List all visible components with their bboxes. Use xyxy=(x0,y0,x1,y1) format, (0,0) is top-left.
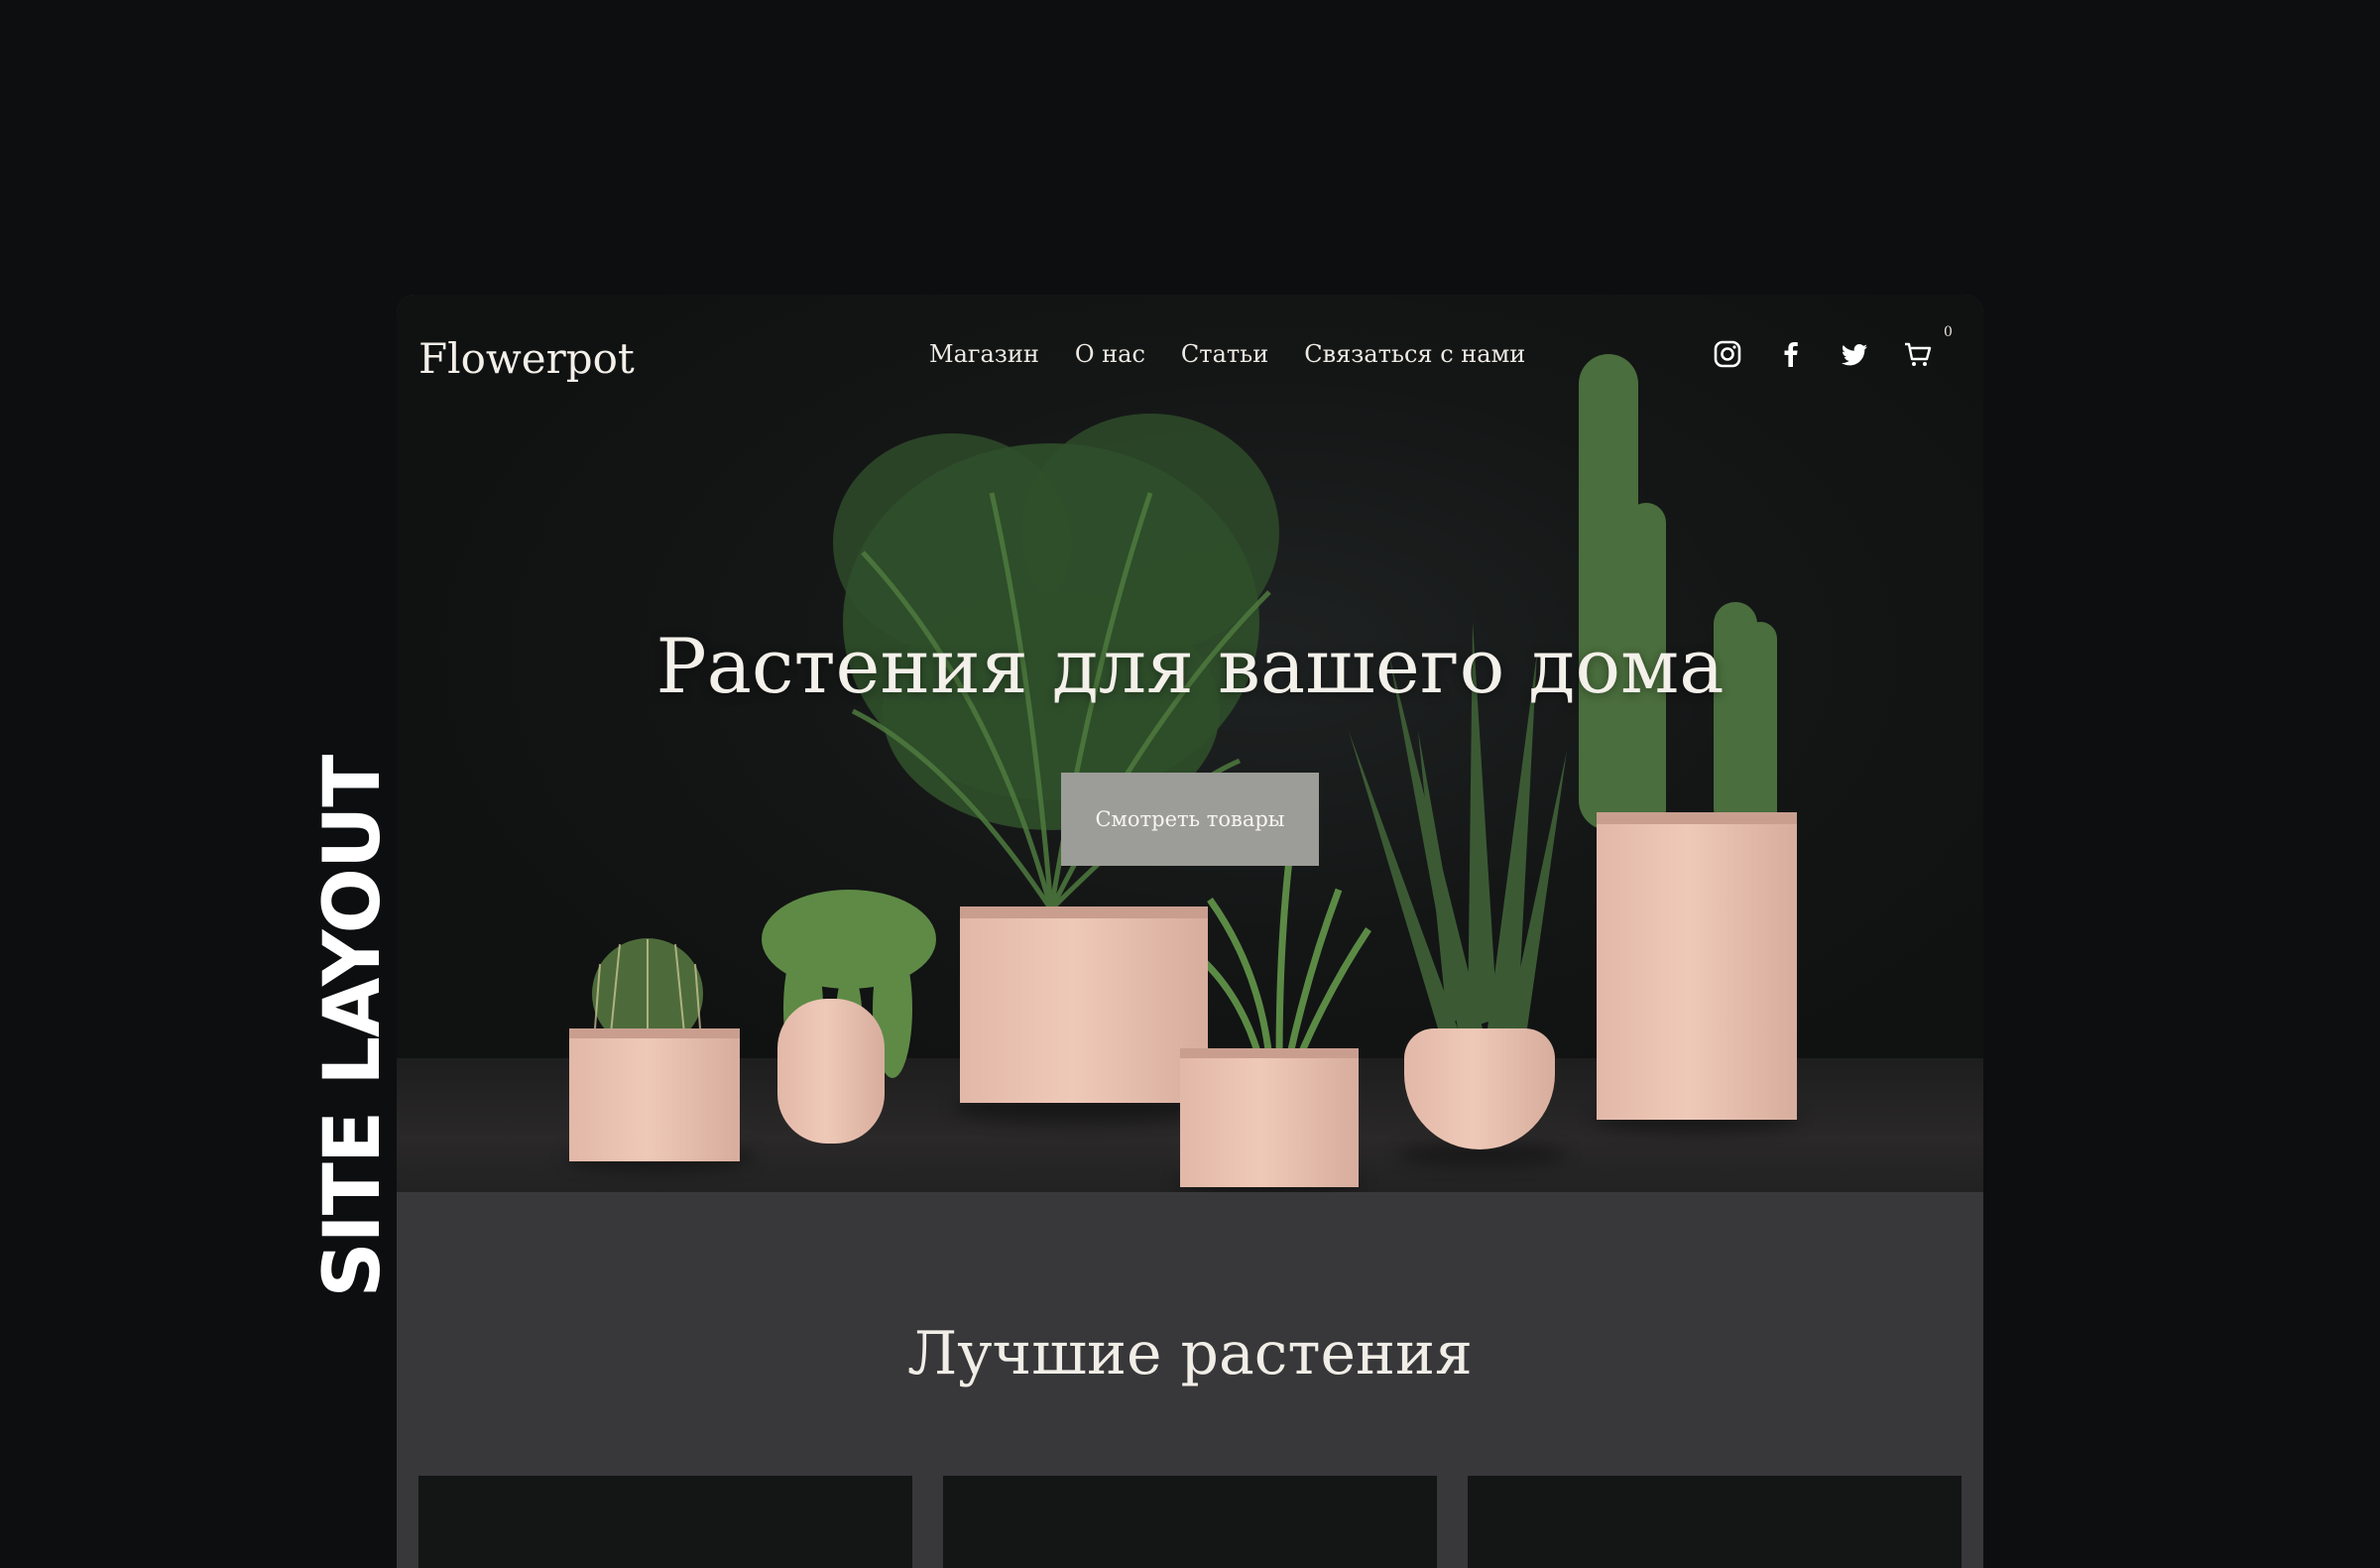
view-products-button[interactable]: Смотреть товары xyxy=(1061,773,1319,866)
main-nav: Магазин О нас Статьи Связаться с нами xyxy=(929,340,1525,368)
nav-item-contact[interactable]: Связаться с нами xyxy=(1304,340,1525,368)
hero-title: Растения для вашего дома xyxy=(655,622,1725,710)
nav-item-about[interactable]: О нас xyxy=(1075,340,1145,368)
side-label: SITE LAYOUT xyxy=(308,755,398,1298)
instagram-icon[interactable] xyxy=(1712,338,1743,370)
logo[interactable]: Flowerpot xyxy=(418,334,635,383)
hero-section: Растения для вашего дома Смотреть товары xyxy=(397,295,1983,1192)
cart-icon[interactable] xyxy=(1902,338,1934,370)
pot-cube-small xyxy=(569,1028,740,1161)
pot-pearl-vase xyxy=(777,999,885,1144)
twitter-icon[interactable] xyxy=(1839,338,1870,370)
site-mockup: Растения для вашего дома Смотреть товары… xyxy=(397,295,1983,1568)
pot-tall-pillar xyxy=(1597,812,1797,1120)
facebook-icon[interactable] xyxy=(1775,338,1807,370)
pot-cube-grass xyxy=(1180,1048,1359,1187)
product-card[interactable] xyxy=(1468,1476,1962,1568)
best-plants-title: Лучшие растения xyxy=(907,1319,1473,1388)
best-plants-section: Лучшие растения xyxy=(397,1192,1983,1568)
cart-count-badge: 0 xyxy=(1944,324,1953,340)
product-card[interactable] xyxy=(418,1476,912,1568)
site-header: Flowerpot Магазин О нас Статьи Связаться… xyxy=(397,295,1983,423)
pot-cube-large xyxy=(960,906,1208,1103)
social-icons xyxy=(1712,338,1934,370)
nav-item-shop[interactable]: Магазин xyxy=(929,340,1039,368)
nav-item-articles[interactable]: Статьи xyxy=(1181,340,1268,368)
product-card[interactable] xyxy=(943,1476,1437,1568)
